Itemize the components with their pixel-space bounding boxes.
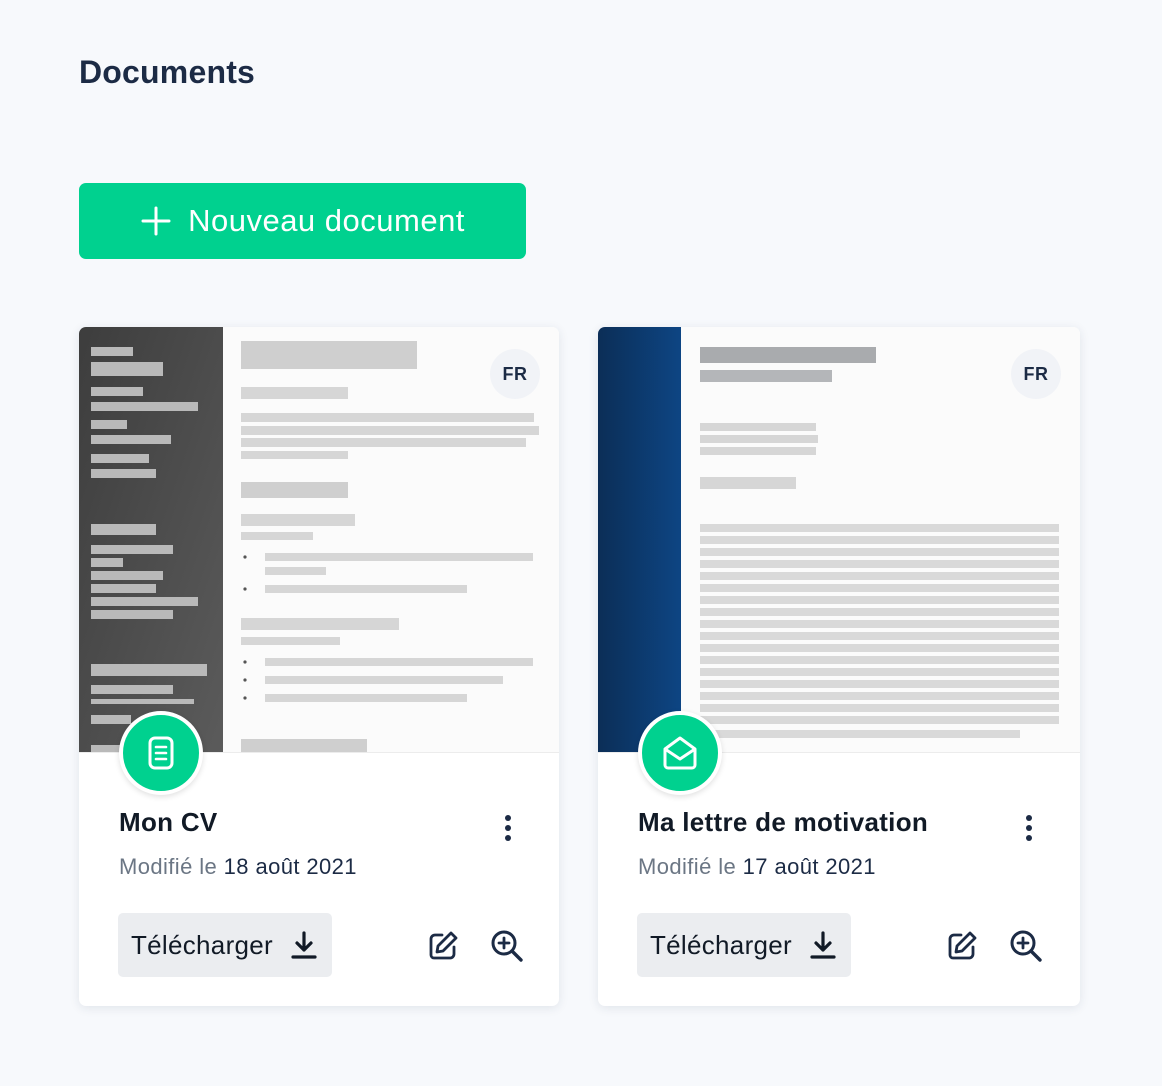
more-options-button[interactable] [1014, 811, 1044, 845]
preview-zoom-button[interactable] [489, 928, 525, 964]
modified-date: Modifié le 18 août 2021 [119, 854, 357, 880]
new-document-button[interactable]: Nouveau document [79, 183, 526, 259]
zoom-in-icon [491, 930, 523, 962]
edit-button[interactable] [425, 928, 461, 964]
download-button[interactable]: Télécharger [118, 913, 332, 977]
new-document-label: Nouveau document [188, 203, 465, 238]
document-preview-letter[interactable] [598, 327, 1080, 753]
language-badge: FR [1011, 349, 1061, 399]
document-title[interactable]: Mon CV [119, 807, 218, 838]
document-card-letter: FR Ma lettre de motivation Modifié le 17… [598, 327, 1080, 1006]
document-preview-cv[interactable] [79, 327, 559, 753]
envelope-open-icon [663, 736, 697, 770]
download-button[interactable]: Télécharger [637, 913, 851, 977]
modified-date-value: 17 août 2021 [742, 854, 876, 879]
document-card-cv: FR Mon CV Modifié le 18 août 2021 Téléch… [79, 327, 559, 1006]
cv-thumbnail [79, 327, 539, 752]
download-label: Télécharger [130, 929, 274, 960]
document-type-badge [119, 711, 203, 795]
more-vertical-icon [505, 815, 511, 841]
page-title: Documents [79, 54, 256, 90]
zoom-in-icon [1010, 930, 1042, 962]
more-vertical-icon [1026, 815, 1032, 841]
download-icon [810, 931, 836, 959]
plus-icon [141, 206, 171, 236]
document-list-icon [148, 736, 174, 770]
edit-icon [429, 931, 458, 960]
modified-prefix: Modifié le [638, 854, 737, 879]
document-type-badge [638, 711, 722, 795]
preview-zoom-button[interactable] [1008, 928, 1044, 964]
more-options-button[interactable] [493, 811, 523, 845]
download-icon [291, 931, 317, 959]
document-title[interactable]: Ma lettre de motivation [638, 807, 928, 838]
language-badge: FR [490, 349, 540, 399]
modified-date: Modifié le 17 août 2021 [638, 854, 876, 880]
modified-prefix: Modifié le [119, 854, 218, 879]
letter-thumbnail [598, 327, 1059, 752]
download-label: Télécharger [649, 929, 793, 960]
edit-icon [948, 931, 977, 960]
edit-button[interactable] [944, 928, 980, 964]
modified-date-value: 18 août 2021 [223, 854, 357, 879]
